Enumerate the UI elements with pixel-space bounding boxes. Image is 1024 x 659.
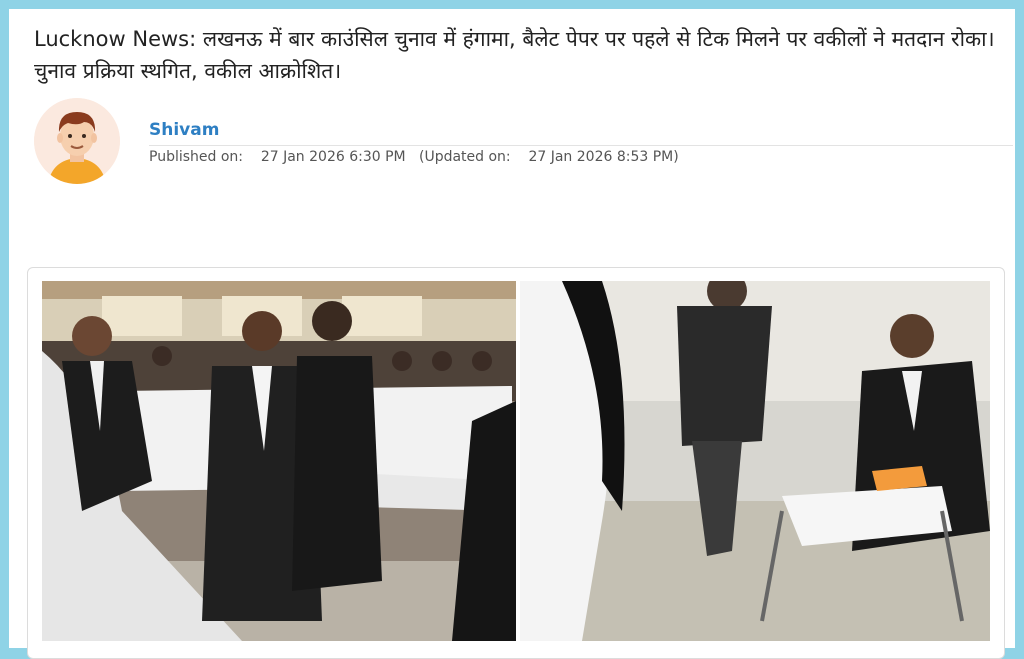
author-divider [149,145,1013,146]
news-photo-icon [42,281,990,641]
author-name-link[interactable]: Shivam [149,120,219,140]
article-headline: Lucknow News: लखनऊ में बार काउंसिल चुनाव… [34,27,995,83]
published-date: 27 Jan 2026 6:30 PM [260,149,406,165]
author-avatar[interactable] [34,98,120,184]
updated-date: 27 Jan 2026 8:53 PM) [528,149,679,165]
updated-label: (Updated on: [418,149,511,165]
publish-meta: Published on: 27 Jan 2026 6:30 PM (Updat… [149,149,679,165]
avatar-icon [34,98,120,184]
published-label: Published on: [149,149,244,165]
article-photo[interactable] [42,281,990,641]
